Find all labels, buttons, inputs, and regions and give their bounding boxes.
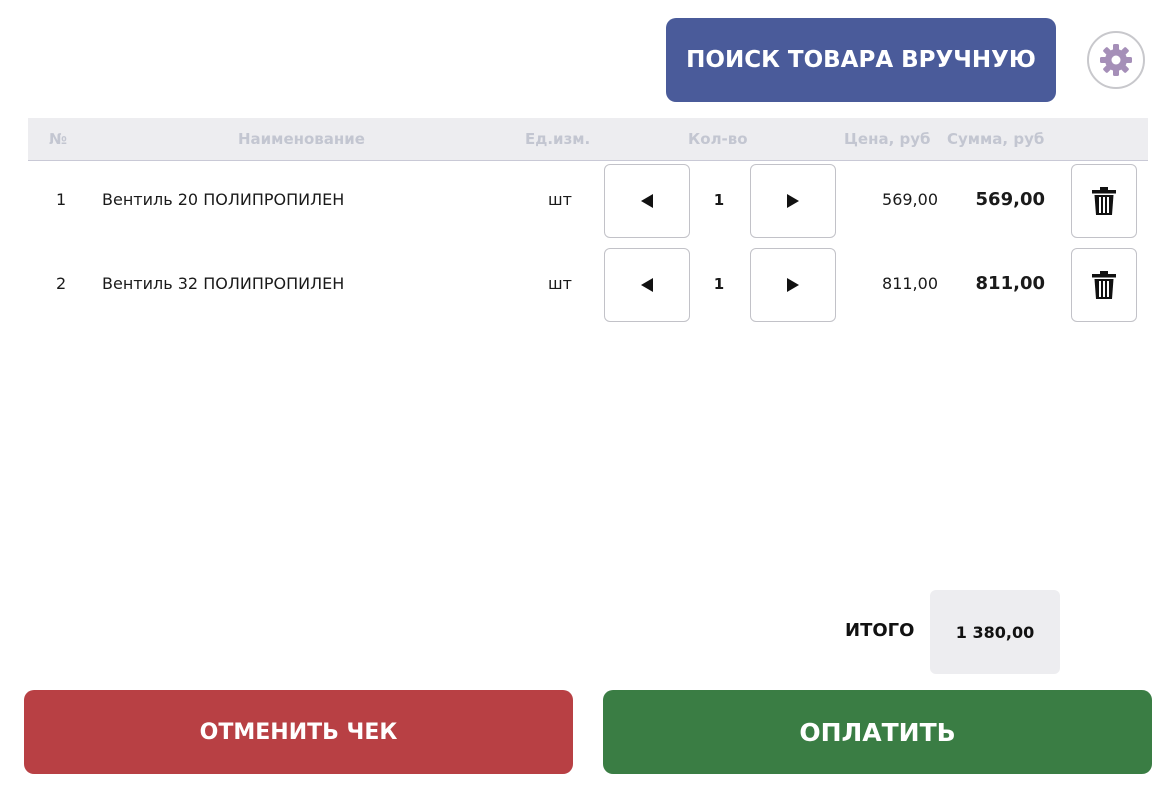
arrow-left-icon [641,194,653,208]
row-price: 569,00 [882,190,938,209]
qty-decrease-button[interactable] [604,164,690,238]
row-unit: шт [548,274,572,293]
row-unit: шт [548,190,572,209]
pay-button[interactable]: ОПЛАТИТЬ [603,690,1152,774]
row-name: Вентиль 32 ПОЛИПРОПИЛЕН [102,274,345,293]
table-row: 1 Вентиль 20 ПОЛИПРОПИЛЕН шт 1 569,00 56… [28,161,1148,245]
row-sum: 569,00 [975,189,1045,210]
arrow-right-icon [787,194,799,208]
arrow-right-icon [787,278,799,292]
table-header: № Наименование Ед.изм. Кол-во Цена, руб … [28,118,1148,161]
qty-value: 1 [713,275,725,293]
arrow-left-icon [641,278,653,292]
header-sum: Сумма, руб [947,130,1045,148]
row-num: 1 [56,190,67,209]
row-price: 811,00 [882,274,938,293]
header-unit: Ед.изм. [525,130,591,148]
trash-icon [1092,271,1116,299]
row-num: 2 [56,274,67,293]
total-label: ИТОГО [845,620,915,641]
table-row: 2 Вентиль 32 ПОЛИПРОПИЛЕН шт 1 811,00 81… [28,245,1148,329]
qty-increase-button[interactable] [750,164,836,238]
trash-icon [1092,187,1116,215]
header-price: Цена, руб [844,130,931,148]
row-sum: 811,00 [975,273,1045,294]
header-name: Наименование [238,130,365,148]
delete-row-button[interactable] [1071,164,1137,238]
qty-value: 1 [713,191,725,209]
header-qty: Кол-во [688,130,748,148]
manual-search-button[interactable]: ПОИСК ТОВАРА ВРУЧНУЮ [666,18,1056,102]
total-value: 1 380,00 [930,590,1060,674]
header-num: № [49,130,68,148]
gear-icon [1100,44,1132,76]
cancel-receipt-button[interactable]: ОТМЕНИТЬ ЧЕК [24,690,573,774]
qty-increase-button[interactable] [750,248,836,322]
settings-button[interactable] [1087,31,1145,89]
delete-row-button[interactable] [1071,248,1137,322]
qty-decrease-button[interactable] [604,248,690,322]
row-name: Вентиль 20 ПОЛИПРОПИЛЕН [102,190,345,209]
